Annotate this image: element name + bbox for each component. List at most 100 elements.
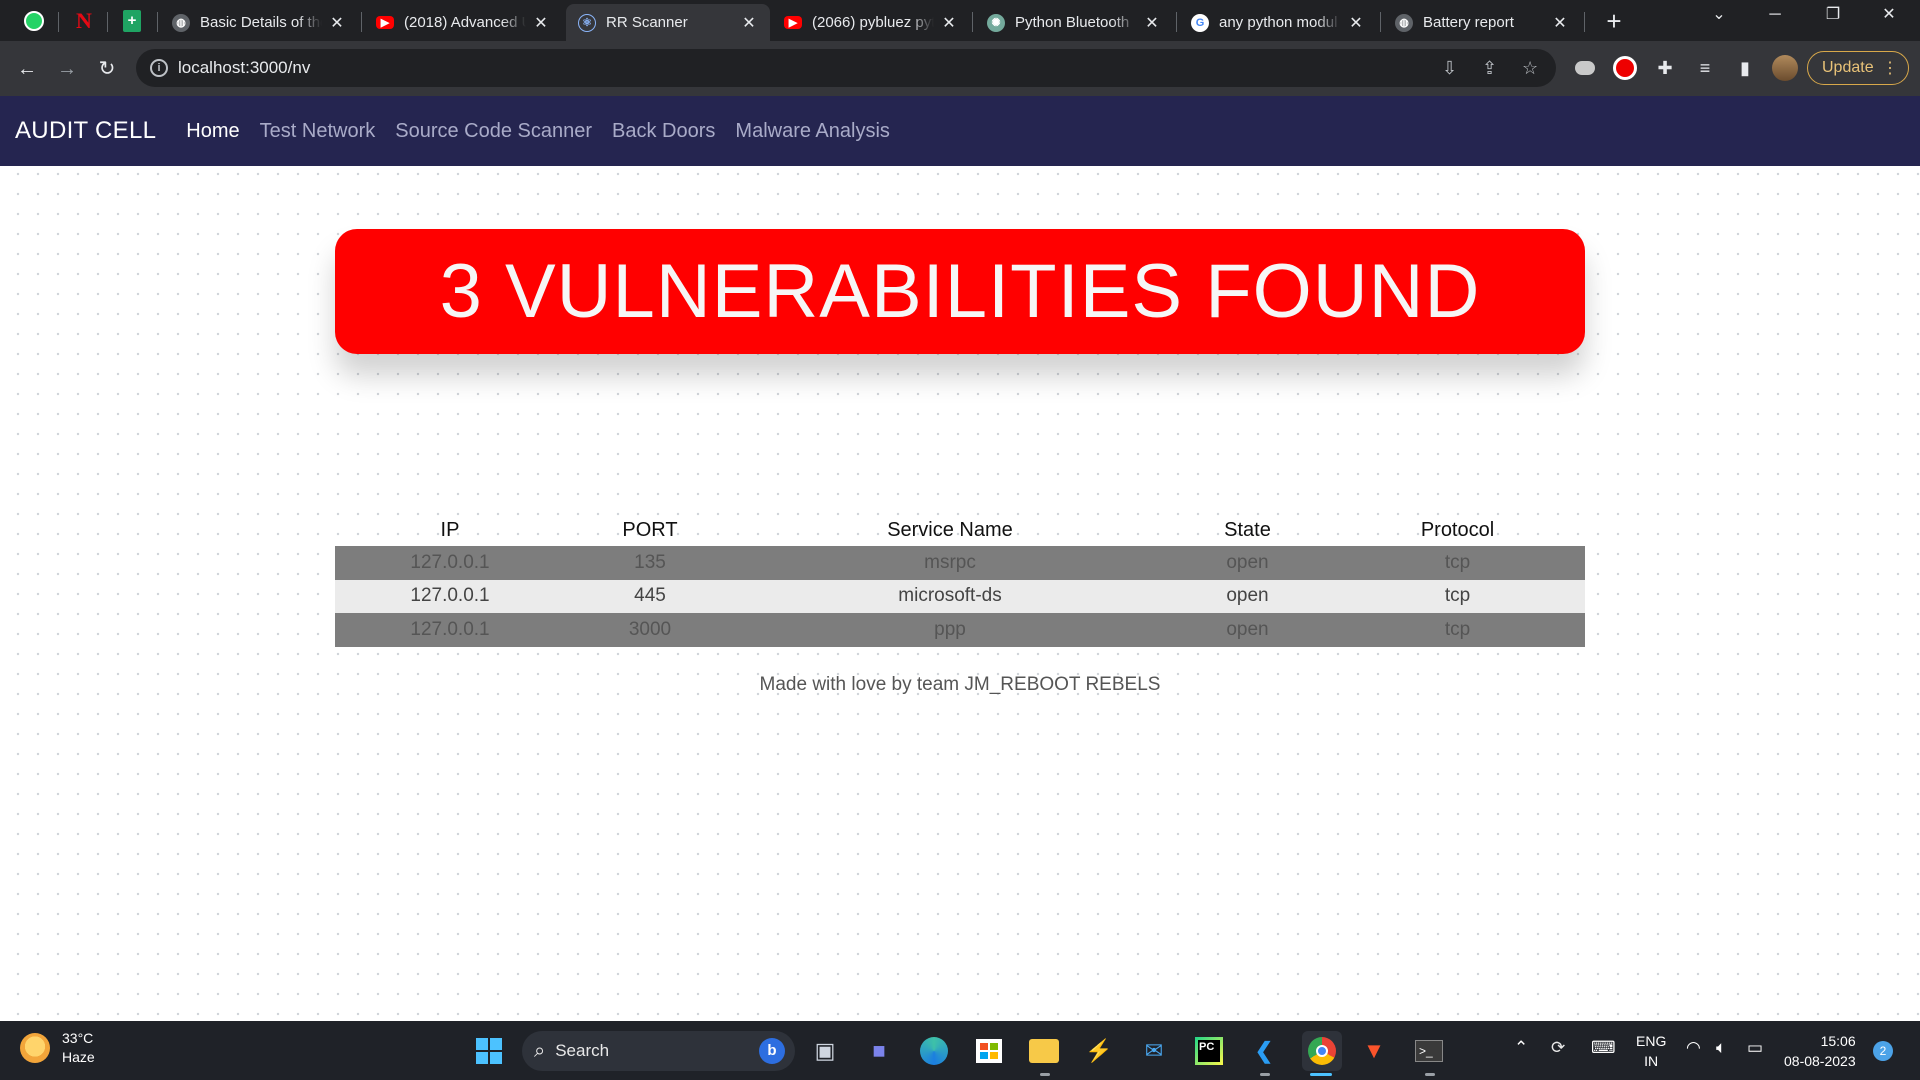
tab-rr-scanner[interactable]: ⚛ RR Scanner ✕ [566,4,770,41]
pinned-tab-whatsapp[interactable] [22,9,46,33]
media-queue-icon[interactable]: ≡ [1691,54,1719,82]
whatsapp-icon [24,11,44,31]
vulnerability-banner: 3 VULNERABILITIES FOUND [335,229,1585,354]
vscode-icon[interactable]: ❮ [1247,1034,1281,1068]
terminal-icon[interactable]: >_ [1412,1034,1446,1068]
bookmark-star-icon[interactable]: ☆ [1522,58,1538,79]
minimize-button[interactable]: ─ [1752,6,1798,24]
tab-pybluez[interactable]: ▶ (2066) pybluez pyt ✕ [772,4,970,41]
cell-state: open [1165,546,1330,580]
weather-haze-icon [20,1033,50,1063]
pinned-tab-netflix[interactable]: N [72,8,96,33]
taskbar-search[interactable]: ⌕ Search b [522,1031,795,1071]
tab-search-chevron-icon[interactable]: ⌄ [1696,4,1742,24]
netflix-icon: N [76,8,92,33]
side-panel-icon[interactable]: ▮ [1731,54,1759,82]
tab-python-bluetooth[interactable]: ✺ Python Bluetooth ✕ [975,4,1173,41]
show-hidden-icons-chevron[interactable]: ⌃ [1514,1038,1528,1058]
share-icon[interactable]: ⇪ [1482,58,1497,79]
extensions-puzzle-icon[interactable]: ✚ [1651,54,1679,82]
tab-separator [361,12,362,32]
reload-button[interactable]: ↻ [92,54,122,84]
sync-icon[interactable]: ⟳ [1551,1038,1565,1058]
windows-taskbar: 33°C Haze ⌕ Search b ▣ ■ ⚡ ✉ PC ❮ ▼ >_ ⌃… [0,1021,1920,1080]
cell-protocol: tcp [1330,613,1585,647]
pycharm-icon[interactable]: PC [1192,1034,1226,1068]
brave-icon[interactable]: ▼ [1357,1034,1391,1068]
extension-icon-record[interactable] [1611,54,1639,82]
column-header-ip: IP [440,518,460,541]
brand-logo[interactable]: AUDIT CELL [15,117,156,145]
battery-icon[interactable]: ▭ [1747,1038,1763,1058]
nav-source-code-scanner[interactable]: Source Code Scanner [395,120,592,143]
install-app-icon[interactable]: ⇩ [1442,58,1457,79]
close-tab-icon[interactable]: ✕ [1347,13,1365,33]
volume-icon[interactable]: 🔈︎ [1716,1038,1726,1058]
close-window-button[interactable]: ✕ [1866,4,1912,24]
language-indicator[interactable]: ENG IN [1636,1031,1666,1071]
tab-any-python-module[interactable]: G any python modul ✕ [1179,4,1377,41]
power-automate-icon[interactable]: ⚡ [1082,1034,1116,1068]
restore-button[interactable]: ❐ [1810,4,1856,24]
tab-advanced[interactable]: ▶ (2018) Advanced U ✕ [364,4,562,41]
profile-avatar[interactable] [1771,54,1799,82]
youtube-icon: ▶ [376,16,394,29]
tab-separator [1380,12,1381,32]
vulnerability-count-text: 3 VULNERABILITIES FOUND [439,249,1481,334]
weather-widget[interactable]: 33°C Haze [20,1029,95,1067]
file-explorer-icon[interactable] [1027,1034,1061,1068]
site-info-icon[interactable]: i [150,59,168,77]
update-button[interactable]: Update ⋮ [1807,51,1909,85]
address-bar[interactable]: i localhost:3000/nv ⇩ ⇪ ☆ [136,49,1556,87]
tab-separator [58,12,59,32]
tab-battery-report[interactable]: ◍ Battery report ✕ [1383,4,1581,41]
close-tab-icon[interactable]: ✕ [740,13,758,33]
system-clock[interactable]: 15:06 08-08-2023 [1784,1031,1856,1071]
task-view-icon[interactable]: ▣ [808,1034,842,1068]
tab-title: Python Bluetooth [1015,14,1130,31]
nav-malware-analysis[interactable]: Malware Analysis [735,120,890,143]
microsoft-store-icon[interactable] [972,1034,1006,1068]
wifi-icon[interactable]: ◠ [1686,1038,1701,1058]
back-button[interactable]: ← [12,54,42,84]
tab-title: (2018) Advanced U [404,14,526,31]
notification-badge[interactable]: 2 [1873,1041,1893,1061]
table-row: 127.0.0.1 3000 ppp open tcp [335,613,1585,647]
forward-button[interactable]: → [52,54,82,84]
cell-state: open [1165,579,1330,613]
tab-title: Basic Details of the [200,14,322,31]
cell-ip: 127.0.0.1 [335,613,565,647]
cell-service: microsoft-ds [735,579,1165,613]
running-indicator [1040,1073,1050,1076]
start-button[interactable] [472,1034,506,1068]
close-tab-icon[interactable]: ✕ [1551,13,1569,33]
tab-basic-details[interactable]: ◍ Basic Details of the ✕ [160,4,358,41]
weather-temperature: 33°C [62,1030,94,1046]
bing-icon[interactable]: b [759,1038,785,1064]
more-menu-icon: ⋮ [1882,60,1898,77]
extension-icon-mask[interactable] [1571,54,1599,82]
youtube-icon: ▶ [784,16,802,29]
cell-port: 135 [565,546,735,580]
close-tab-icon[interactable]: ✕ [328,13,346,33]
table-row: 127.0.0.1 445 microsoft-ds open tcp [335,579,1585,613]
tab-title: RR Scanner [606,14,688,31]
cell-state: open [1165,613,1330,647]
url-text: localhost:3000/nv [178,58,311,77]
tab-separator [107,12,108,32]
close-tab-icon[interactable]: ✕ [940,13,958,33]
nav-back-doors[interactable]: Back Doors [612,120,715,143]
keyboard-icon[interactable]: ⌨ [1591,1038,1616,1058]
close-tab-icon[interactable]: ✕ [532,13,550,33]
search-icon: ⌕ [534,1039,546,1062]
cell-port: 445 [565,579,735,613]
mail-icon[interactable]: ✉ [1137,1034,1171,1068]
nav-home[interactable]: Home [186,120,239,143]
nav-test-network[interactable]: Test Network [260,120,376,143]
pinned-tab-sheets[interactable]: + [120,9,144,33]
close-tab-icon[interactable]: ✕ [1143,13,1161,33]
edge-icon[interactable] [917,1034,951,1068]
new-tab-button[interactable]: + [1598,6,1630,37]
teams-chat-icon[interactable]: ■ [862,1034,896,1068]
chrome-icon[interactable] [1302,1031,1342,1071]
